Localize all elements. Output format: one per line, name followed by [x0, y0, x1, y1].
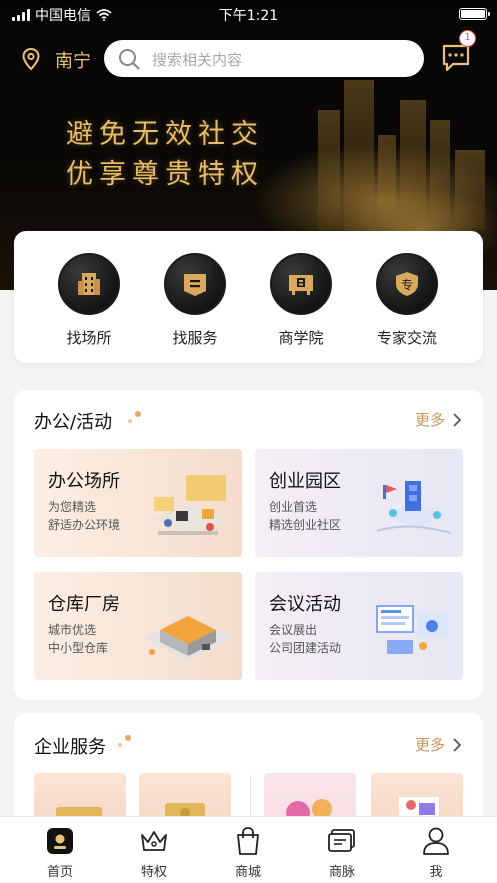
- chevron-right-icon: [453, 412, 461, 427]
- building-icon: [78, 273, 100, 295]
- business-card-icon: [328, 829, 355, 852]
- tab-home[interactable]: 首页: [20, 825, 100, 880]
- warehouse-illustration-icon: [144, 616, 232, 660]
- section-title: 办公/活动: [34, 412, 113, 433]
- more-label: 更多: [414, 736, 445, 754]
- quick-item-label: 专家交流: [376, 329, 437, 347]
- more-link[interactable]: 更多: [415, 734, 461, 755]
- building-silhouette: [400, 100, 426, 230]
- expert-icon: 专: [396, 272, 418, 296]
- tab-mall[interactable]: 商城: [208, 825, 288, 880]
- decor-dot: [118, 743, 122, 747]
- tile-subtitle: 精选创业社区: [269, 518, 342, 532]
- decor-dot: [125, 735, 131, 741]
- tile-warehouse[interactable]: 仓库厂房 城市优选 中小型仓库: [34, 572, 242, 680]
- quick-item-business-school[interactable]: 商学院: [256, 253, 346, 348]
- decor-dot: [135, 411, 141, 417]
- clock: 下午1:21: [218, 8, 279, 24]
- building-silhouette: [318, 110, 340, 230]
- expert-glyph: 专: [401, 277, 413, 292]
- search-bar[interactable]: 搜索相关内容: [104, 40, 424, 77]
- tile-title: 办公场所: [48, 471, 120, 492]
- tile-subtitle: 城市优选: [48, 623, 97, 637]
- tile-subtitle: 会议展出: [269, 623, 318, 637]
- tile-subtitle: 公司团建活动: [269, 641, 342, 655]
- more-link[interactable]: 更多: [415, 409, 461, 430]
- tile-subtitle: 中小型仓库: [48, 641, 109, 655]
- meeting-illustration-icon: [376, 605, 447, 654]
- service-icon: [184, 274, 206, 296]
- office-illustration-icon: [150, 475, 232, 535]
- bottom-tab-bar: 首页 特权 商城 商脉 我: [0, 816, 497, 883]
- banner-slogan-line2: 优享尊贵特权: [66, 159, 264, 190]
- search-placeholder: 搜索相关内容: [152, 51, 243, 69]
- message-badge: 1: [459, 30, 476, 47]
- status-bar: 中国电信 下午1:21: [0, 0, 497, 28]
- building-silhouette: [344, 80, 374, 230]
- tile-title: 创业园区: [269, 471, 341, 492]
- tile-office-space[interactable]: 办公场所 为您精选 舒适办公环境: [34, 449, 242, 557]
- section-title: 企业服务: [34, 737, 106, 758]
- tab-me[interactable]: 我: [396, 825, 476, 880]
- tile-meeting-events[interactable]: 会议活动 会议展出 公司团建活动: [255, 572, 463, 680]
- top-bar: 南宁 搜索相关内容: [0, 40, 497, 78]
- quick-item-find-service[interactable]: 找服务: [150, 253, 240, 348]
- quick-item-label: 找场所: [66, 329, 112, 347]
- school-icon: [289, 275, 313, 295]
- quick-item-expert-exchange[interactable]: 专 专家交流: [362, 253, 452, 348]
- tab-privilege[interactable]: 特权: [114, 825, 194, 880]
- tab-label: 商城: [234, 865, 261, 880]
- location-pin-icon[interactable]: [22, 48, 40, 70]
- quick-item-find-venue[interactable]: 找场所: [44, 253, 134, 348]
- user-icon: [423, 827, 449, 855]
- search-icon: [119, 49, 140, 70]
- battery-icon: [459, 8, 490, 20]
- tile-startup-park[interactable]: 创业园区 创业首选 精选创业社区: [255, 449, 463, 557]
- building-silhouette: [455, 150, 485, 230]
- tab-label: 首页: [46, 865, 73, 880]
- home-icon: [47, 828, 73, 854]
- banner-slogan-line1: 避免无效社交: [66, 119, 264, 150]
- tile-subtitle: 舒适办公环境: [48, 518, 121, 532]
- tab-label: 我: [429, 865, 443, 880]
- city-selector[interactable]: 南宁: [55, 47, 91, 73]
- office-activity-card: 办公/活动 更多 办公场所 为您精选 舒适办公环境 创业园区 创业首选 精选创业…: [14, 390, 483, 700]
- tile-subtitle: 为您精选: [48, 500, 97, 514]
- decor-dot: [128, 419, 132, 423]
- tab-label: 特权: [140, 865, 167, 880]
- tile-title: 会议活动: [269, 594, 341, 615]
- more-label: 更多: [414, 411, 445, 429]
- quick-item-label: 商学院: [278, 329, 324, 347]
- quick-menu-card: 找场所 找服务 商学院 专 专家交流: [14, 231, 483, 363]
- building-silhouette: [430, 120, 450, 230]
- shopping-bag-icon: [237, 827, 259, 855]
- building-silhouette: [378, 135, 396, 230]
- chevron-right-icon: [453, 737, 461, 752]
- tile-subtitle: 创业首选: [269, 500, 318, 514]
- tab-label: 商脉: [328, 865, 355, 880]
- startup-park-illustration-icon: [376, 481, 452, 534]
- crown-icon: [141, 831, 167, 851]
- message-icon[interactable]: [441, 44, 471, 72]
- quick-item-label: 找服务: [172, 329, 218, 347]
- tab-network[interactable]: 商脉: [302, 825, 382, 880]
- tile-title: 仓库厂房: [48, 594, 120, 615]
